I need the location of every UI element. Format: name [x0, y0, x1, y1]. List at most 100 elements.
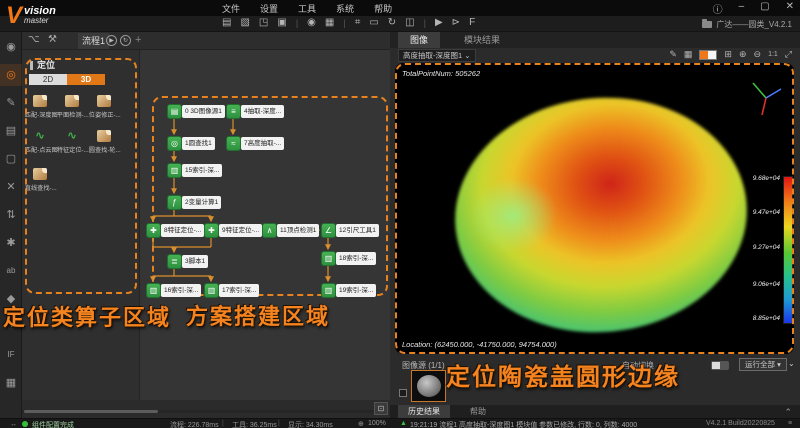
measure-icon[interactable]: ▤	[0, 120, 22, 142]
display-icon[interactable]: ▦	[0, 372, 22, 394]
menu-bar: 文件 设置 工具 系统 帮助	[222, 2, 392, 15]
app-logo: V vision master	[6, 1, 126, 31]
status-ok-icon	[22, 421, 28, 427]
tools-icon[interactable]: ✕	[0, 176, 22, 198]
menu-file[interactable]: 文件	[222, 2, 240, 15]
index-node-icon: ▥	[205, 284, 218, 297]
display-mode-icon[interactable]: ▦	[684, 49, 693, 60]
flow-node[interactable]: ≡ 4抽取-深度...	[227, 105, 285, 118]
tab-module-result[interactable]: 模块结果	[452, 32, 512, 48]
vs-module-icon[interactable]: ⌗	[355, 17, 361, 28]
camera-icon[interactable]: ◉	[307, 17, 316, 28]
menu-help[interactable]: 帮助	[374, 2, 392, 15]
menu-settings[interactable]: 设置	[260, 2, 278, 15]
auto-switch-toggle[interactable]	[711, 361, 729, 370]
collapse-source-icon[interactable]: ⌄	[788, 359, 795, 368]
total-point-num: TotalPointNum: 505262	[402, 69, 481, 78]
zoom-in-icon[interactable]: ⊕	[739, 49, 747, 60]
text-tool-icon[interactable]: ab	[0, 260, 22, 282]
zoom-icon: ⊕	[358, 421, 364, 428]
flow-tree-icon[interactable]: ⌥	[28, 34, 40, 45]
run-flow-button[interactable]: ▶	[106, 35, 117, 46]
flow-node[interactable]: ≣ 3脚本1	[168, 255, 209, 268]
fit-view-icon[interactable]: ⊞	[724, 49, 732, 60]
flow-node[interactable]: ◎ 1圆查找1	[168, 137, 215, 150]
flow-node[interactable]: ▥ 18索引-深...	[322, 252, 377, 265]
flow-node[interactable]: ▥ 15索引-深...	[168, 164, 223, 177]
logic-icon[interactable]: IF	[0, 344, 22, 366]
menu-tools[interactable]: 工具	[298, 2, 316, 15]
flow-node[interactable]: ≈ 7高度抽取-...	[227, 137, 285, 150]
frame-icon[interactable]: ▢	[0, 148, 22, 170]
collapse-panel-icon[interactable]: ⌃	[784, 407, 792, 418]
tab-process-1[interactable]: 流程1	[78, 33, 110, 49]
add-flow-button[interactable]: +	[135, 34, 141, 46]
reset-icon[interactable]: ↻	[388, 17, 396, 28]
fullscreen-icon[interactable]: ⤢	[785, 49, 792, 60]
flow-node[interactable]: ✚ 8特征定位-...	[147, 224, 205, 237]
image-edit-icon[interactable]: ✎	[0, 92, 22, 114]
ruler-icon[interactable]: ⇅	[0, 204, 22, 226]
source-thumbnail[interactable]	[411, 370, 446, 402]
extract-node-icon: ≡	[227, 105, 240, 118]
maximize-button[interactable]: ▢	[760, 1, 769, 16]
loop-flow-button[interactable]: ↻	[120, 35, 131, 46]
minimize-button[interactable]: –	[739, 1, 745, 16]
run-once-icon[interactable]: ▶	[435, 17, 443, 28]
zoom-level: 100%	[368, 420, 386, 427]
thumbnail-circle	[416, 375, 441, 397]
acquisition-icon[interactable]: ◉	[0, 36, 22, 58]
vd-module-icon[interactable]: ◫	[405, 17, 414, 28]
open-project-icon[interactable]: ▧	[240, 17, 249, 28]
menu-system[interactable]: 系统	[336, 2, 354, 15]
brand-bottom: master	[24, 16, 49, 25]
info-icon[interactable]: ⓘ	[713, 1, 723, 16]
height-extract-node-icon: ≈	[227, 137, 240, 150]
flow-node[interactable]: ∧ 11顶点检测1	[263, 224, 320, 237]
flow-node[interactable]: ▤ 0 3D图像源1	[168, 105, 225, 118]
draw-icon[interactable]: ✎	[669, 49, 677, 60]
run-all-button[interactable]: 运行全部 ▾	[739, 358, 787, 371]
run-continuous-icon[interactable]: ⊳	[452, 17, 460, 28]
export-icon[interactable]: ◳	[259, 17, 268, 28]
display-time: 显示: 34.30ms	[288, 422, 333, 428]
location-icon[interactable]: ◎	[0, 64, 22, 86]
one-to-one-icon[interactable]: 1:1	[768, 51, 778, 58]
color-swatch[interactable]	[699, 49, 718, 60]
version-label: V4.2.1 Build20220825	[706, 420, 775, 427]
gallery-icon[interactable]: ▣	[277, 17, 286, 28]
flow-node[interactable]: ▥ 19索引-深...	[322, 284, 377, 297]
save-icon[interactable]: ▤	[222, 17, 231, 28]
module-selector-dropdown[interactable]: 高度抽取-深度图1 ⌄	[398, 49, 476, 62]
status-bar: ↔ 组件配置完成 流程: 226.78ms | 工具: 36.25ms | 显示…	[0, 418, 800, 428]
view-tabs: 图像 模块结果	[390, 32, 800, 48]
wrench-icon[interactable]: ⚒	[48, 34, 57, 45]
flow-node[interactable]: ƒ 2变量计算1	[168, 196, 222, 209]
tab-help[interactable]: 帮助	[460, 405, 496, 418]
image-source-node-icon: ▤	[168, 105, 181, 118]
bottom-tab-bar: 历史结果 帮助 ⌃	[390, 405, 800, 418]
tab-image[interactable]: 图像	[398, 32, 441, 48]
flow-node[interactable]: ▥ 17索引-深...	[205, 284, 260, 297]
project-name: 广达——圆类_V4.2.1	[702, 19, 792, 30]
flow-node[interactable]: ▥ 16索引-深...	[147, 284, 202, 297]
zoom-out-icon[interactable]: ⊖	[754, 49, 762, 60]
f-module-icon[interactable]: F	[469, 17, 475, 28]
category-strip: ◉ ◎ ✎ ▤ ▢ ✕ ⇅ ✱ ab ◆ ◔ IF ▦	[0, 32, 22, 418]
close-button[interactable]: ✕	[786, 1, 794, 16]
columns-icon[interactable]: ▦	[325, 17, 334, 28]
gear-icon[interactable]: ✱	[0, 232, 22, 254]
log-settings-icon[interactable]: ≡	[788, 420, 792, 427]
folder-icon	[702, 19, 713, 28]
flow-node[interactable]: ✚ 9特征定位-...	[205, 224, 263, 237]
tab-history-result[interactable]: 历史结果	[398, 405, 450, 418]
axis-gizmo-icon[interactable]	[748, 76, 784, 118]
flow-node[interactable]: ∠ 12引尺工具1	[322, 224, 379, 237]
script-node-icon: ≣	[168, 255, 181, 268]
operator-area-highlight	[25, 58, 137, 294]
source-checkbox[interactable]	[399, 389, 407, 397]
resize-handle-icon[interactable]: ↔	[10, 421, 17, 428]
device-icon[interactable]: ▭	[369, 17, 378, 28]
fit-flow-button[interactable]: ⊡	[374, 402, 388, 415]
horizontal-scrollbar-thumb[interactable]	[24, 410, 158, 413]
